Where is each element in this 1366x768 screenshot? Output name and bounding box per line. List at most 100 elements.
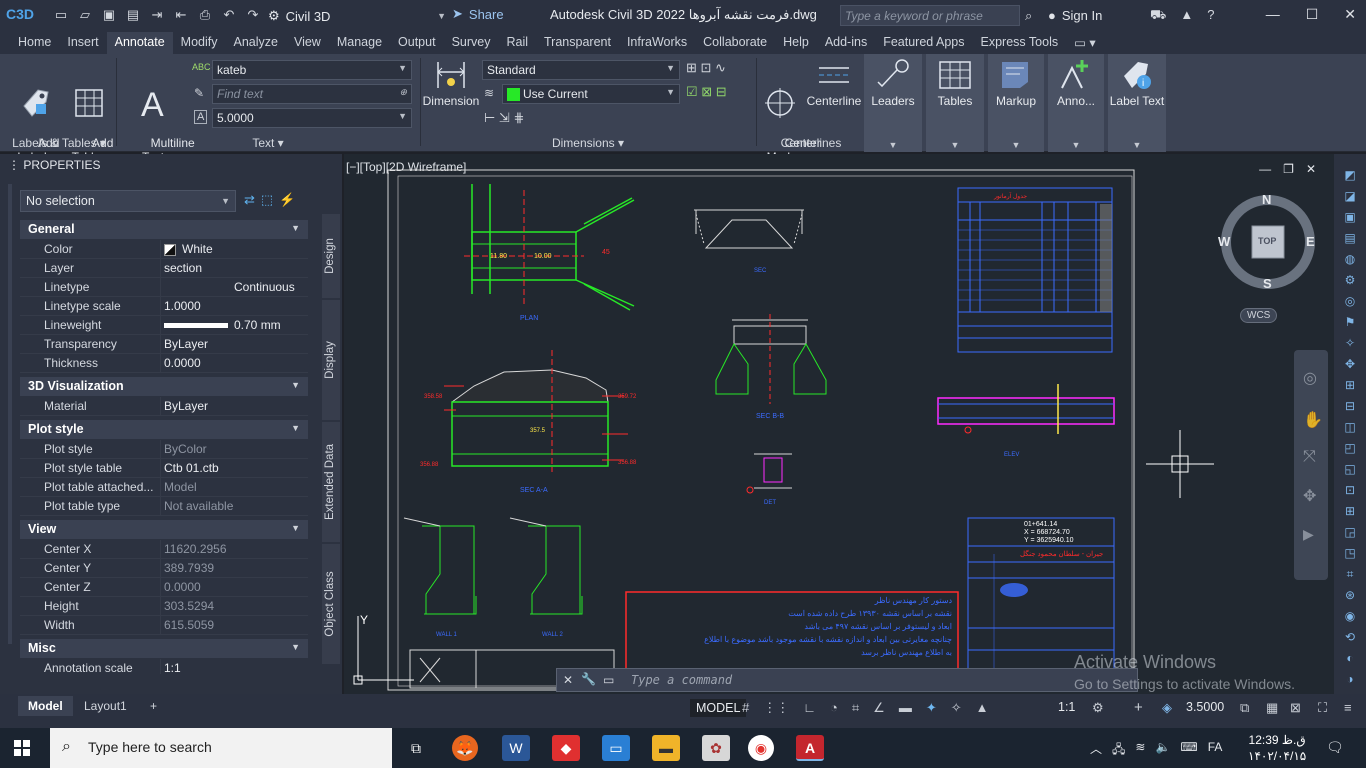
tool-palette-icon[interactable]: ⊡ xyxy=(1342,483,1358,499)
tool-palette-icon[interactable]: ◱ xyxy=(1342,462,1358,478)
quick-select-icon[interactable]: ⚡ xyxy=(279,192,295,208)
dim-layer-select[interactable]: Use Current ▼ xyxy=(502,84,680,104)
clean-screen-icon[interactable]: ⊠ xyxy=(1290,700,1301,716)
tab-featured-apps[interactable]: Featured Apps xyxy=(875,32,972,54)
notifications-icon[interactable]: 🗨 xyxy=(1326,739,1344,756)
annotation-scaling-button[interactable]: Anno... ▼ xyxy=(1048,54,1104,152)
wrench-icon[interactable]: 🔧 xyxy=(581,672,596,686)
compass-east[interactable]: E xyxy=(1306,234,1315,249)
dim-quick-icons[interactable]: ⊞ ⊡ ∿ xyxy=(686,60,726,76)
customize-icon[interactable]: ≡ xyxy=(1344,700,1352,715)
property-row[interactable]: Plot table type Not available xyxy=(20,497,308,516)
compass-west[interactable]: W xyxy=(1218,234,1230,249)
tool-palette-icon[interactable]: ◰ xyxy=(1342,441,1358,457)
palette-scrollbar[interactable] xyxy=(8,184,12,644)
model-space-toggle[interactable]: MODEL xyxy=(690,699,747,717)
text-height-select[interactable]: 5.0000 ▼ xyxy=(212,108,412,128)
property-row[interactable]: Width 615.5059 xyxy=(20,616,308,635)
sign-in-button[interactable]: ● Sign In xyxy=(1048,8,1102,23)
remote-desktop-icon[interactable]: ▭ xyxy=(602,735,630,761)
dim-tools-icon[interactable]: ⊢ ⇲ ⋕ xyxy=(484,110,524,126)
snap-icon[interactable]: ⋮⋮ xyxy=(763,700,789,716)
tab-rail[interactable]: Rail xyxy=(498,32,536,54)
tool-palette-icon[interactable]: ◎ xyxy=(1342,294,1358,310)
tool-palette-icon[interactable]: ⌗ xyxy=(1342,567,1358,583)
network-icon[interactable]: 🖧 xyxy=(1112,740,1125,761)
steering-wheel-icon[interactable]: ◎ xyxy=(1303,368,1317,388)
panel-title-text[interactable]: Text ▾ xyxy=(118,136,418,150)
auto-scale-icon[interactable]: ✧ xyxy=(951,700,962,716)
search-icon[interactable]: ⌕ xyxy=(1025,8,1032,24)
property-row[interactable]: Material ByLayer xyxy=(20,397,308,416)
property-row[interactable]: Plot table attached... Model xyxy=(20,478,308,497)
showmotion-icon[interactable]: ▶ xyxy=(1303,526,1314,543)
tool-palette-icon[interactable]: ⚑ xyxy=(1342,315,1358,331)
tool-palette-icon[interactable]: ✥ xyxy=(1342,357,1358,373)
tool-palette-icon[interactable]: ◲ xyxy=(1342,525,1358,541)
property-row[interactable]: Color White xyxy=(20,240,308,259)
tool-palette-icon[interactable]: ⊞ xyxy=(1342,504,1358,520)
fullscreen-icon[interactable]: ⛶ xyxy=(1318,700,1327,716)
property-row[interactable]: Plot style table Ctb 01.ctb xyxy=(20,459,308,478)
autocad-icon[interactable]: A xyxy=(796,735,824,761)
navigation-bar[interactable]: ◎ ✋ ⤧ ✥ ▶ xyxy=(1294,350,1328,580)
tool-palette-icon[interactable]: ◍ xyxy=(1342,252,1358,268)
tables-button[interactable]: Tables ▼ xyxy=(926,54,984,152)
tool-palette-icon[interactable]: ◪ xyxy=(1342,189,1358,205)
property-row[interactable]: Thickness 0.0000 xyxy=(20,354,308,373)
leaders-button[interactable]: Leaders ▼ xyxy=(864,54,922,152)
keyboard-icon[interactable]: ⌨ xyxy=(1180,740,1197,761)
minimize-icon[interactable]: — xyxy=(1266,6,1280,23)
chrome-icon[interactable]: ◉ xyxy=(748,735,774,761)
viewcube-top-face[interactable]: TOP xyxy=(1258,236,1276,246)
ribbon-minimize-toggle[interactable]: ▭ ▾ xyxy=(1066,32,1104,54)
dim-check-icons[interactable]: ☑ ⊠ ⊟ xyxy=(686,84,727,100)
export-icon[interactable]: ⇤ xyxy=(172,6,190,24)
property-row[interactable]: Plot style ByColor xyxy=(20,440,308,459)
property-row[interactable]: Center X 11620.2956 xyxy=(20,540,308,559)
layers-icon[interactable]: ◈ xyxy=(1162,700,1172,716)
tool-palette-icon[interactable]: ⚙ xyxy=(1342,273,1358,289)
import-icon[interactable]: ⇥ xyxy=(148,6,166,24)
tab-annotate[interactable]: Annotate xyxy=(106,32,173,54)
tool-palette-icon[interactable]: ◫ xyxy=(1342,420,1358,436)
section-misc[interactable]: Misc ▼ xyxy=(20,639,308,658)
tab-survey[interactable]: Survey xyxy=(444,32,499,54)
redo-icon[interactable]: ↷ xyxy=(244,6,262,24)
label-text-button[interactable]: i Label Text ▼ xyxy=(1108,54,1166,152)
command-input[interactable]: Type a command xyxy=(631,673,732,687)
tool-palette-icon[interactable]: ⊛ xyxy=(1342,588,1358,604)
property-row[interactable]: Annotation scale 1:1 xyxy=(20,659,308,674)
wcs-menu[interactable]: WCS xyxy=(1240,308,1278,323)
workspace-selector[interactable]: ⚙ Civil 3D ▼ xyxy=(268,6,446,26)
file-explorer-icon[interactable]: ▬ xyxy=(652,735,680,761)
annotation-scale-value[interactable]: 1:1 xyxy=(1058,700,1075,714)
section-general[interactable]: General ▼ xyxy=(20,220,308,239)
property-row[interactable]: Lineweight 0.70 mm xyxy=(20,316,308,335)
polar-icon[interactable]: ◔ xyxy=(830,700,838,716)
tab-manage[interactable]: Manage xyxy=(329,32,390,54)
tab-infraworks[interactable]: InfraWorks xyxy=(619,32,695,54)
property-row[interactable]: Height 303.5294 xyxy=(20,597,308,616)
word-icon[interactable]: W xyxy=(502,735,530,761)
tab-extended-data[interactable]: Extended Data xyxy=(322,422,340,542)
property-row[interactable]: Center Z 0.0000 xyxy=(20,578,308,597)
compass-south[interactable]: S xyxy=(1263,276,1272,291)
taskbar-search-input[interactable]: ⌕ Type here to search xyxy=(50,728,392,768)
tab-add-ins[interactable]: Add-ins xyxy=(817,32,875,54)
lineweight-value[interactable]: 3.5000 xyxy=(1186,700,1224,714)
chevron-up-icon[interactable]: ︿ xyxy=(1090,740,1102,761)
app-logo[interactable]: C3D xyxy=(6,6,40,26)
section-plot-style[interactable]: Plot style ▼ xyxy=(20,420,308,439)
undo-icon[interactable]: ↶ xyxy=(220,6,238,24)
toggle-pickadd-icon[interactable]: ⇄ xyxy=(244,192,255,208)
annotation-scale-icon[interactable]: ▲ xyxy=(976,700,989,716)
tool-palette-icon[interactable]: ⊟ xyxy=(1342,399,1358,415)
tab-object-class[interactable]: Object Class xyxy=(322,544,340,664)
pan-icon[interactable]: ✋ xyxy=(1303,410,1323,430)
tab-display[interactable]: Display xyxy=(322,300,340,420)
tool-palette-icon[interactable]: ⊞ xyxy=(1342,378,1358,394)
grid-icon[interactable]: # xyxy=(742,700,749,716)
panel-title-dimensions[interactable]: Dimensions ▾ xyxy=(422,136,754,150)
save-icon[interactable]: ▣ xyxy=(100,6,118,24)
